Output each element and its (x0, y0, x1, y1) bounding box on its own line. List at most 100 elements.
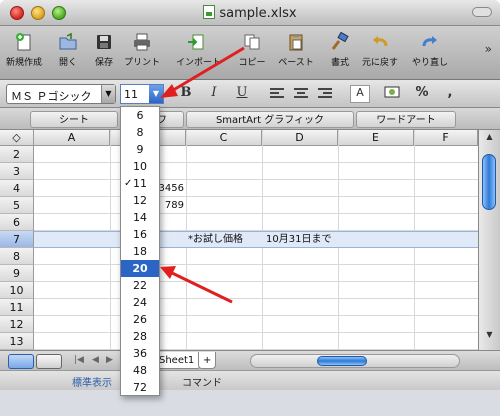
size-option-14[interactable]: 14 (121, 209, 159, 226)
size-option-label: 26 (133, 313, 147, 326)
row-header-6[interactable]: 6 (0, 214, 34, 231)
add-sheet-button[interactable]: + (198, 352, 217, 369)
normal-view-button[interactable] (8, 354, 34, 369)
select-all-corner[interactable]: ◇ (0, 130, 34, 146)
table-row (34, 146, 478, 163)
column-header-e[interactable]: E (338, 130, 414, 146)
font-size-dropdown[interactable]: 6 8 9 10 ✓ 11 12 14 16 18 20 22 24 26 28 … (120, 106, 160, 396)
column-header-d[interactable]: D (262, 130, 338, 146)
row-header-13[interactable]: 13 (0, 333, 34, 350)
size-option-label: 18 (133, 245, 147, 258)
paste-button-label: ペースト (278, 58, 314, 68)
row-header-4[interactable]: 4 (0, 180, 34, 197)
align-left-icon[interactable] (270, 88, 284, 100)
size-option-8[interactable]: 8 (121, 124, 159, 141)
redo-button[interactable]: やり直し (410, 30, 450, 78)
cell-d7[interactable]: 10月31日まで (266, 231, 331, 248)
size-dropdown-arrow-icon[interactable]: ▼ (149, 85, 163, 103)
spreadsheet-grid[interactable]: ◇ A B C D E F 2 3 4 5 6 7 8 9 10 11 12 1… (0, 130, 478, 350)
size-option-22[interactable]: 22 (121, 277, 159, 294)
copy-icon (244, 34, 260, 50)
size-option-label: 12 (133, 194, 147, 207)
copy-button[interactable]: コピー (232, 30, 272, 78)
format-painter-button[interactable]: 書式 (320, 30, 360, 78)
column-header-c[interactable]: C (186, 130, 262, 146)
size-option-11[interactable]: ✓ 11 (121, 175, 159, 192)
size-option-16[interactable]: 16 (121, 226, 159, 243)
font-name-select[interactable]: ＭＳ Ｐゴシック ▼ (6, 84, 116, 104)
printer-icon (134, 33, 150, 51)
size-option-28[interactable]: 28 (121, 328, 159, 345)
bold-button[interactable]: B (176, 85, 196, 103)
print-button[interactable]: プリント (122, 30, 162, 78)
size-option-label: 11 (133, 177, 147, 190)
horizontal-scrollbar[interactable] (250, 354, 460, 368)
size-option-label: 10 (133, 160, 147, 173)
row-header-12[interactable]: 12 (0, 316, 34, 333)
status-bar: 標準表示 コマンド (0, 370, 500, 390)
undo-arrow-icon (373, 36, 388, 47)
size-option-72[interactable]: 72 (121, 379, 159, 396)
align-right-icon[interactable] (318, 88, 332, 100)
size-option-36[interactable]: 36 (121, 345, 159, 362)
size-option-6[interactable]: 6 (121, 107, 159, 124)
vertical-scrollbar[interactable]: ▲ ▼ (478, 130, 500, 350)
open-folder-icon (59, 32, 77, 50)
undo-button[interactable]: 元に戻す (360, 30, 400, 78)
vertical-scroll-thumb[interactable] (482, 154, 496, 210)
scroll-up-icon[interactable]: ▲ (482, 132, 497, 146)
italic-button[interactable]: I (204, 85, 224, 103)
paste-clipboard-icon (289, 34, 303, 51)
align-center-icon[interactable] (294, 88, 308, 100)
cell-c7[interactable]: *お試し価格 (188, 231, 243, 248)
text-effects-icon[interactable]: A (350, 85, 370, 103)
font-size-select[interactable]: 11 ▼ (120, 84, 164, 104)
next-sheet-icon[interactable]: ▶ (106, 355, 113, 365)
size-option-18[interactable]: 18 (121, 243, 159, 260)
table-row (34, 299, 478, 316)
font-dropdown-arrow-icon[interactable]: ▼ (101, 85, 115, 103)
toolbar-overflow-icon[interactable]: » (485, 42, 492, 56)
save-button[interactable]: 保存 (84, 30, 124, 78)
currency-icon[interactable] (382, 85, 402, 103)
row-header-11[interactable]: 11 (0, 299, 34, 316)
column-header-a[interactable]: A (34, 130, 110, 146)
toolbar-toggle-button[interactable] (472, 7, 492, 17)
comma-style-button[interactable]: , (440, 85, 460, 103)
open-button[interactable]: 開く (48, 30, 88, 78)
column-header-f[interactable]: F (414, 130, 478, 146)
row-header-3[interactable]: 3 (0, 163, 34, 180)
size-option-26[interactable]: 26 (121, 311, 159, 328)
first-sheet-icon[interactable]: |◀ (74, 355, 84, 365)
row-header-10[interactable]: 10 (0, 282, 34, 299)
prev-sheet-icon[interactable]: ◀ (92, 355, 99, 365)
size-option-9[interactable]: 9 (121, 141, 159, 158)
paste-button[interactable]: ペースト (276, 30, 316, 78)
paintbrush-icon (331, 32, 349, 50)
size-option-label: 22 (133, 279, 147, 292)
row-header-5[interactable]: 5 (0, 197, 34, 214)
new-button[interactable]: 新規作成 (4, 30, 44, 78)
size-option-20[interactable]: 20 (121, 260, 159, 277)
size-option-10[interactable]: 10 (121, 158, 159, 175)
page-layout-view-button[interactable] (36, 354, 62, 369)
scroll-down-icon[interactable]: ▼ (482, 330, 497, 344)
tab-smartart[interactable]: SmartArt グラフィック (186, 111, 354, 128)
row-header-7[interactable]: 7 (0, 231, 34, 248)
percent-style-button[interactable]: % (412, 85, 432, 103)
new-document-icon (16, 33, 31, 51)
tab-sheets[interactable]: シート (30, 111, 118, 128)
import-button-label: インポート (176, 58, 222, 68)
size-option-48[interactable]: 48 (121, 362, 159, 379)
import-button[interactable]: インポート (176, 30, 222, 78)
underline-button[interactable]: U (232, 85, 252, 103)
row-header-9[interactable]: 9 (0, 265, 34, 282)
view-mode-label: 標準表示 (72, 378, 112, 389)
horizontal-scroll-thumb[interactable] (317, 356, 367, 366)
tab-wordart[interactable]: ワードアート (356, 111, 456, 128)
size-option-24[interactable]: 24 (121, 294, 159, 311)
row-header-2[interactable]: 2 (0, 146, 34, 163)
size-option-12[interactable]: 12 (121, 192, 159, 209)
excel-window: sample.xlsx 新規作成 開く 保存 プリント インポート コピー ペー… (0, 0, 500, 416)
row-header-8[interactable]: 8 (0, 248, 34, 265)
